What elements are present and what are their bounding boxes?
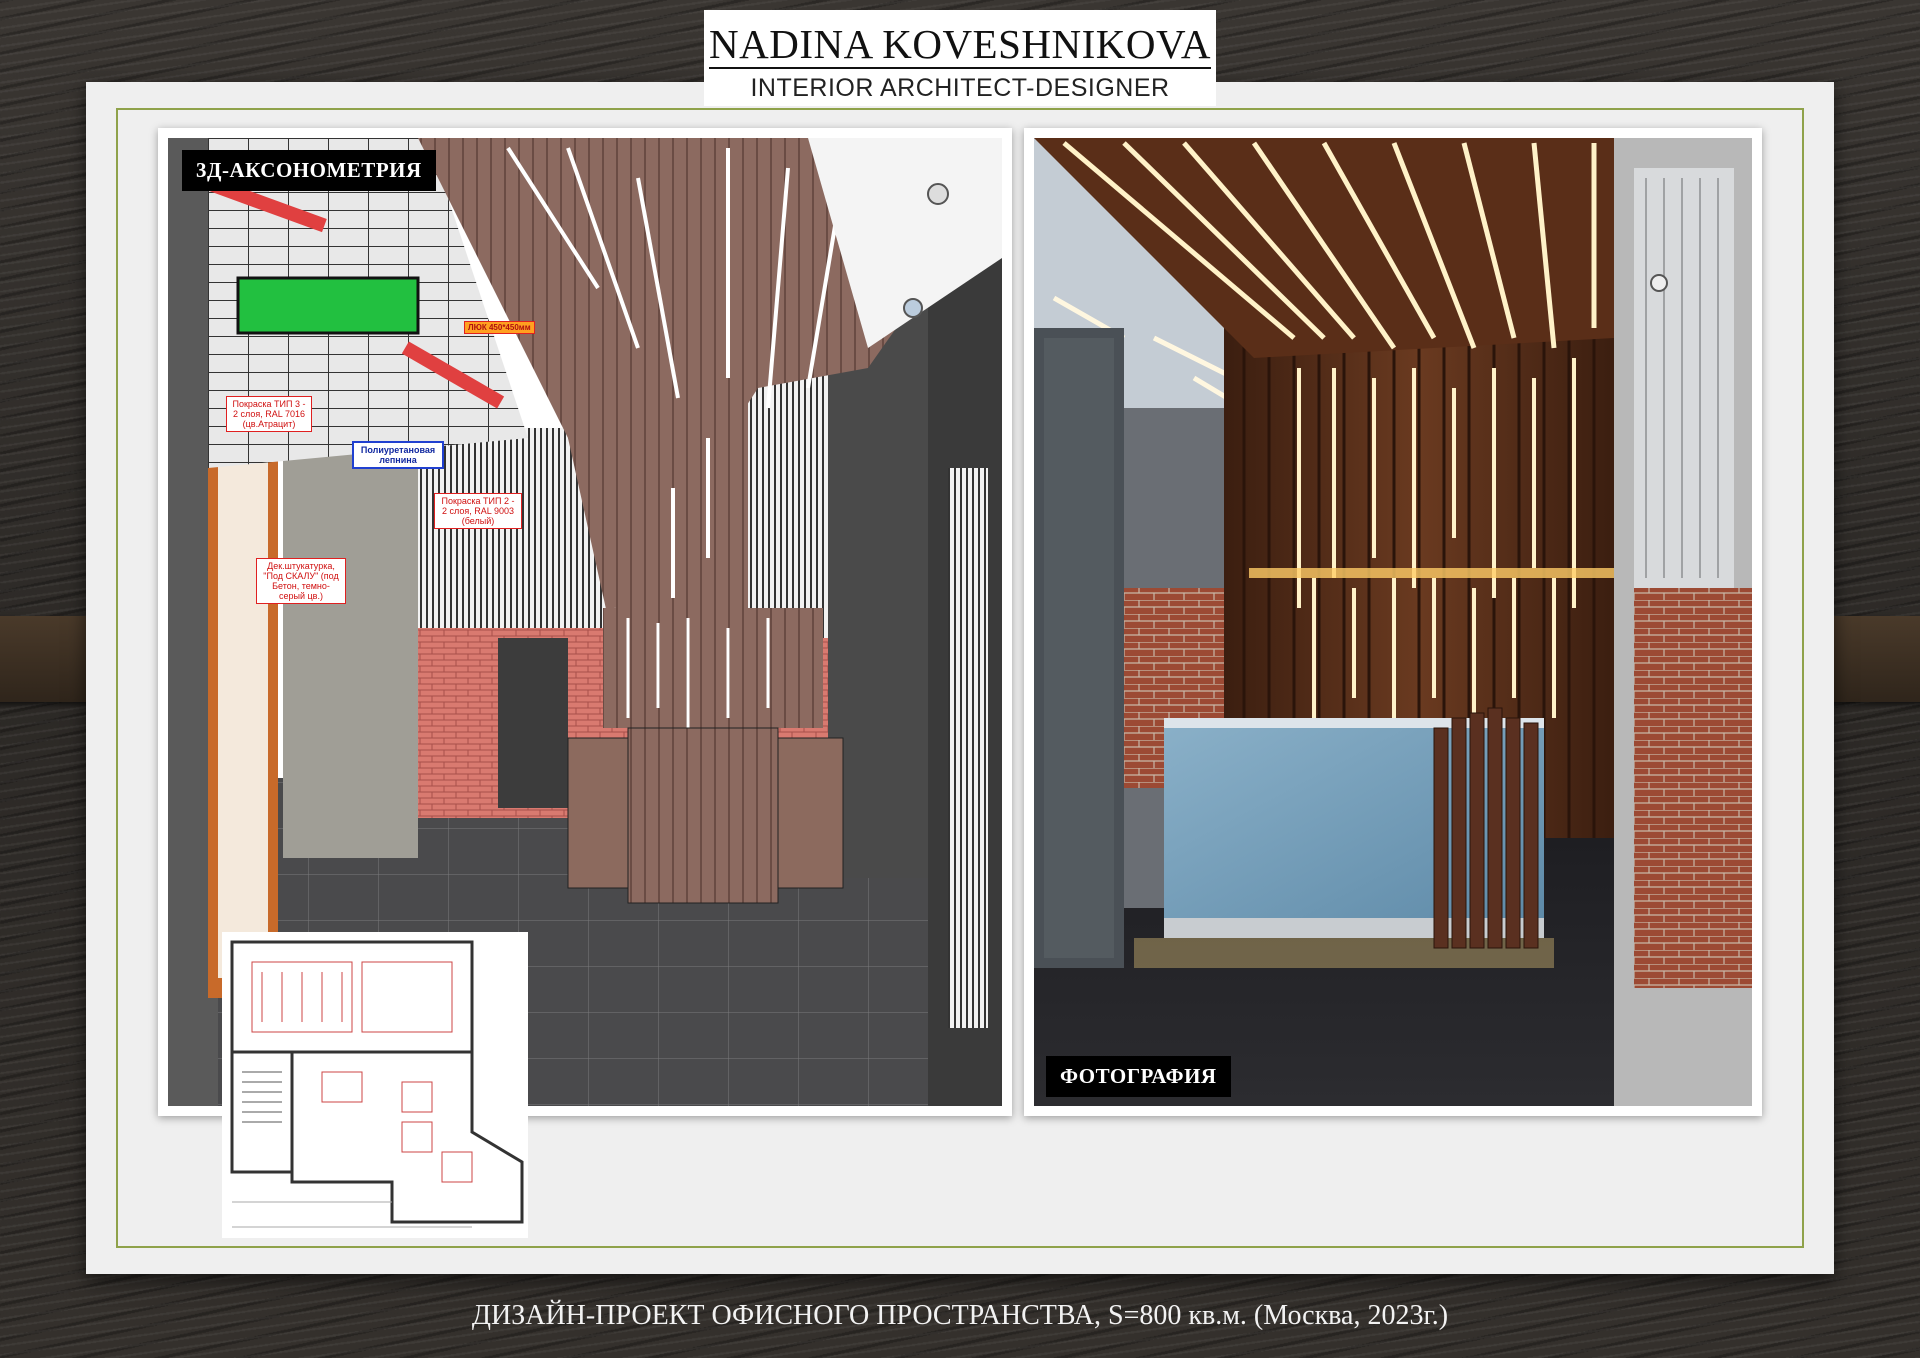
annotation-plaster: Дек.штукатурка, "Под СКАЛУ" (под Бетон, … [256, 558, 346, 604]
photo-illustration [1034, 138, 1752, 1106]
floor-plan-drawing [224, 934, 526, 1236]
designer-role: INTERIOR ARCHITECT-DESIGNER [750, 74, 1170, 102]
floor-plan-inset [222, 932, 528, 1238]
photo-panel [1024, 128, 1762, 1116]
project-caption: ДИЗАЙН-ПРОЕКТ ОФИСНОГО ПРОСТРАНСТВА, S=8… [471, 1300, 1449, 1331]
axonometry-label: 3Д-АКСОНОМЕТРИЯ [182, 150, 436, 191]
annotation-paint-type2: Покраска ТИП 2 - 2 слоя, RAL 9003 (белый… [434, 493, 522, 529]
annotation-paint-type3: Покраска ТИП 3 - 2 слоя, RAL 7016 (цв.Ат… [226, 396, 312, 432]
annotation-hatch: ЛЮК 450*450мм [464, 321, 535, 334]
designer-name: NADINA KOVESHNIKOVA [709, 21, 1211, 69]
photo-label: ФОТОГРАФИЯ [1046, 1056, 1231, 1097]
photograph [1034, 138, 1752, 1106]
annotation-molding: Полиуретановая лепнина [352, 441, 444, 469]
header-plate: NADINA KOVESHNIKOVA INTERIOR ARCHITECT-D… [704, 10, 1216, 106]
